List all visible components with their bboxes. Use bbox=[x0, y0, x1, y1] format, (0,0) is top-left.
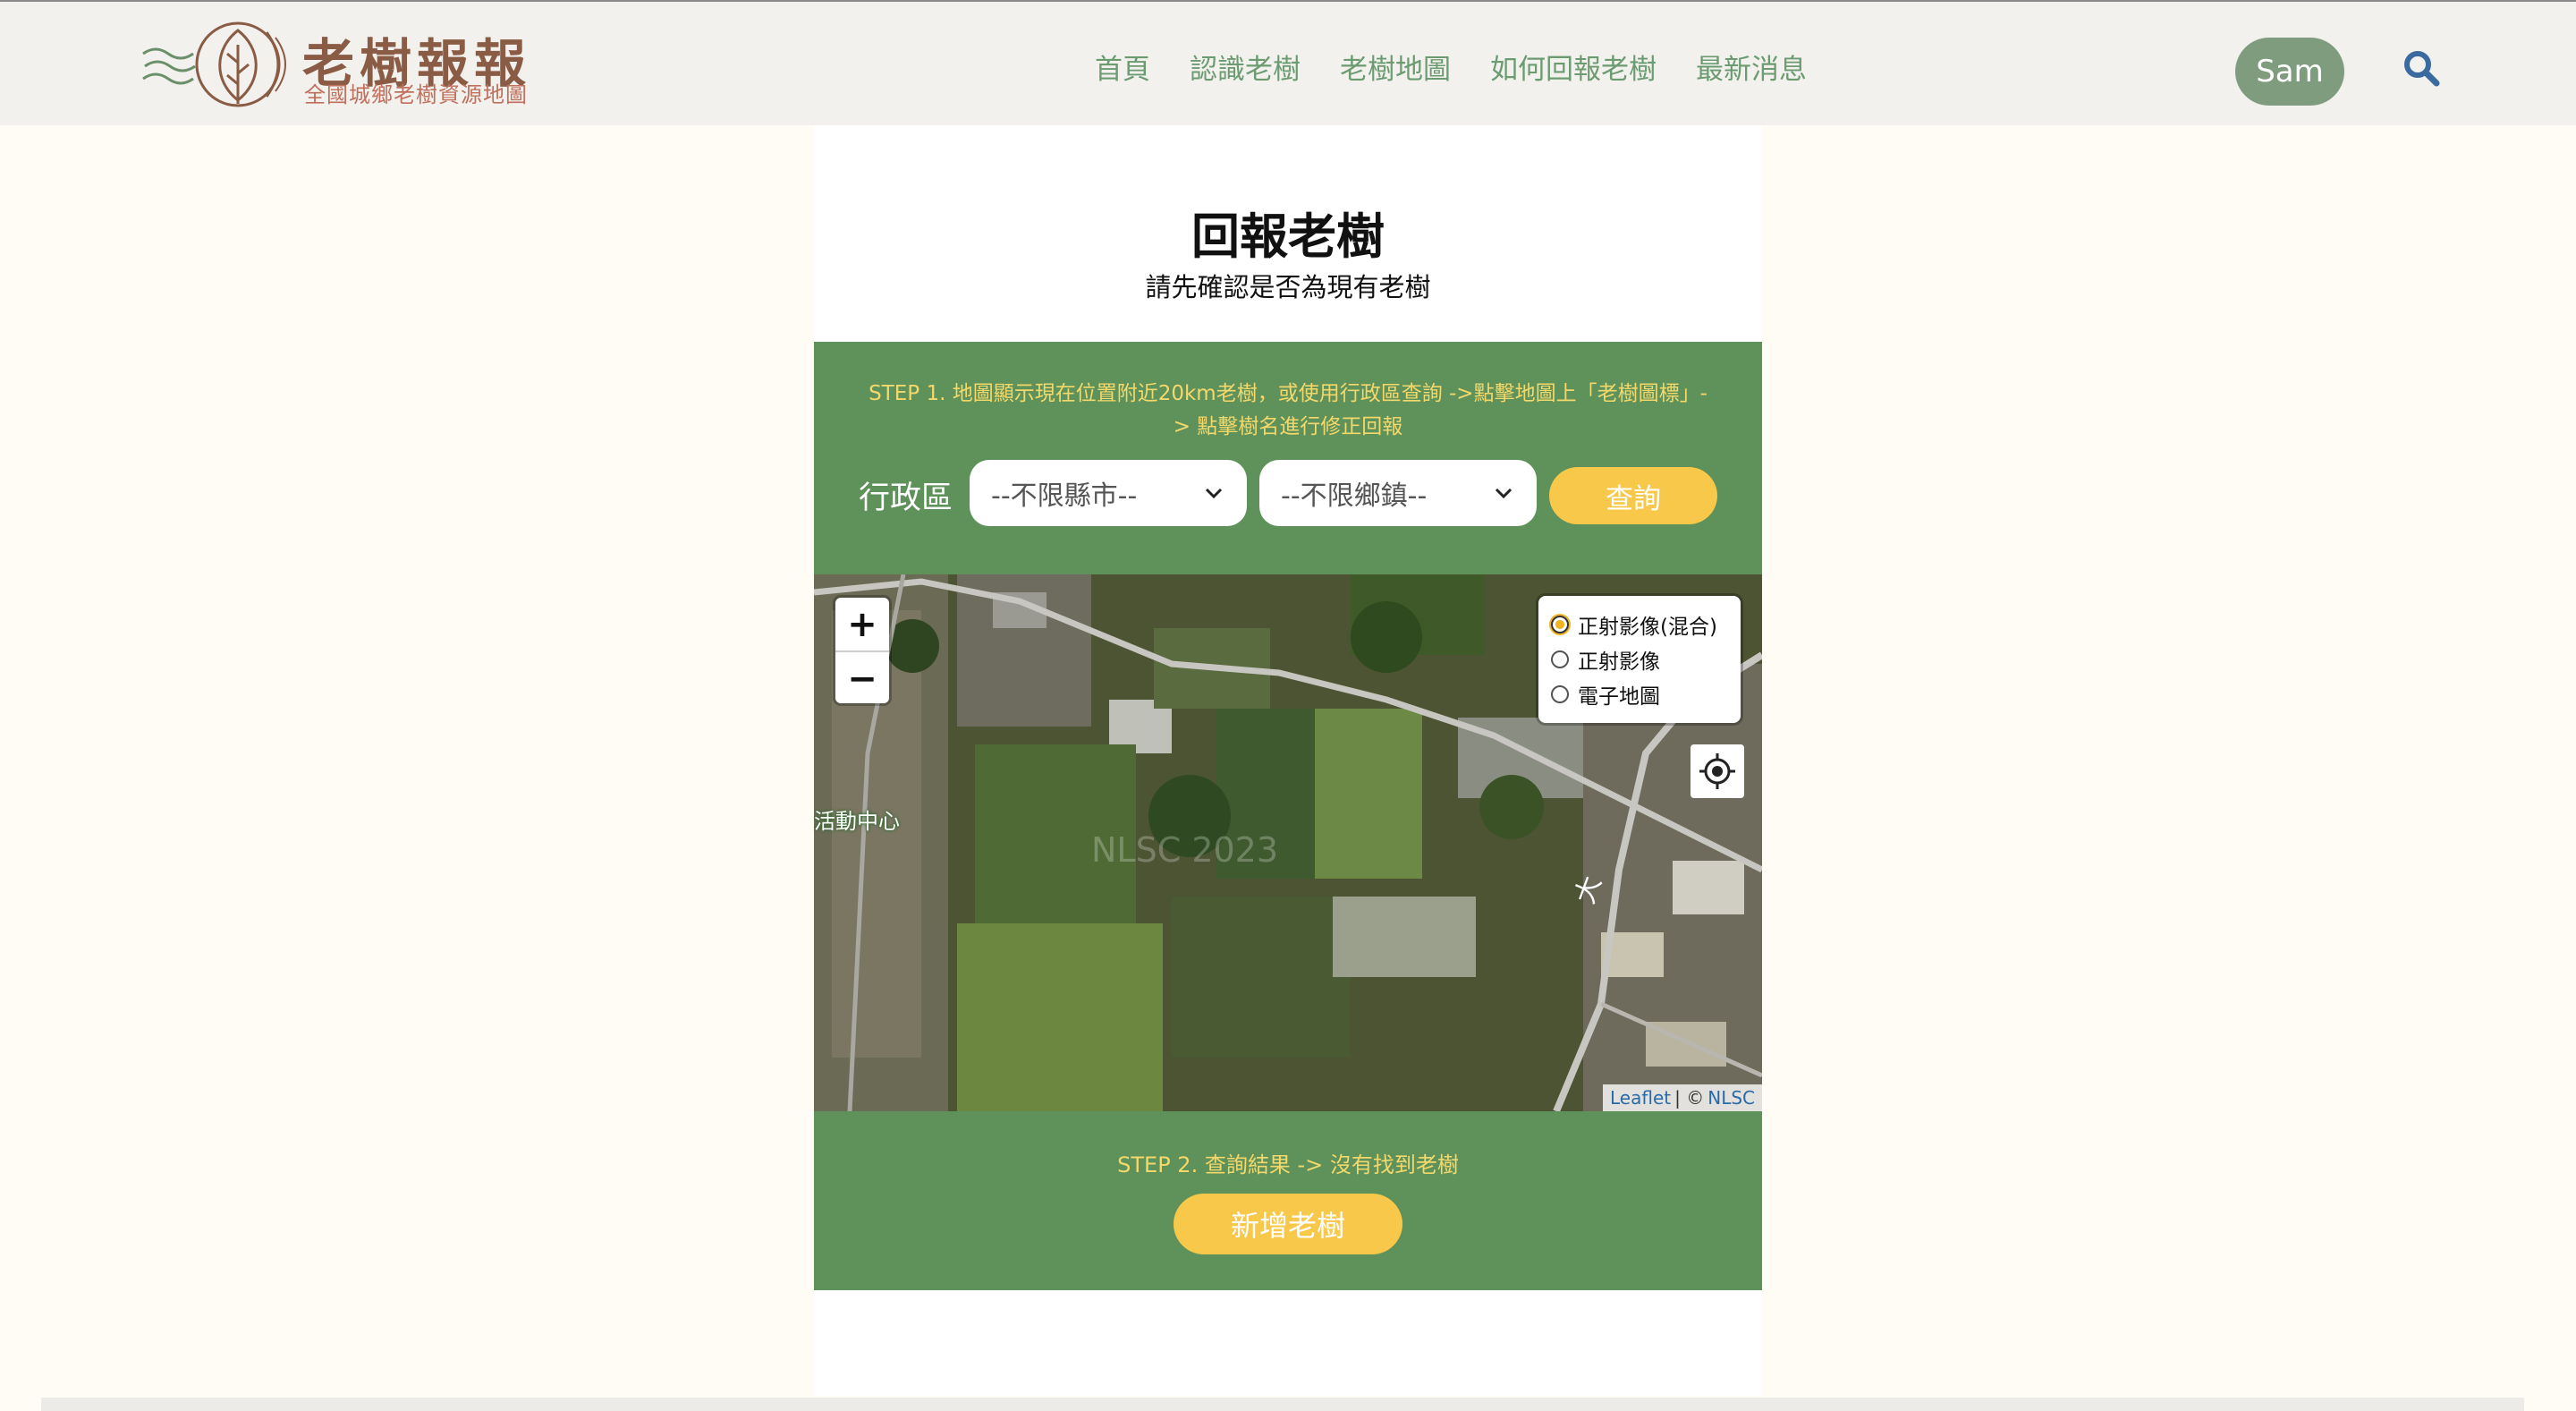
step1-instructions: STEP 1. 地圖顯示現在位置附近20km老樹，或使用行政區查詢 ->點擊地圖… bbox=[869, 382, 1707, 438]
layer-option-orthophoto-mixed[interactable]: 正射影像(混合) bbox=[1551, 607, 1741, 642]
query-button[interactable]: 查詢 bbox=[1549, 467, 1717, 524]
search-icon[interactable] bbox=[2402, 48, 2441, 88]
search-panel: STEP 1. 地圖顯示現在位置附近20km老樹，或使用行政區查詢 ->點擊地圖… bbox=[814, 342, 1762, 1290]
footer-band bbox=[41, 1398, 2524, 1411]
township-select[interactable]: --不限鄉鎮-- bbox=[1259, 460, 1537, 526]
radio-selected[interactable] bbox=[1551, 615, 1569, 633]
logo-subtitle: 全國城鄉老樹資源地圖 bbox=[304, 82, 528, 107]
layer-label: 正射影像 bbox=[1578, 650, 1660, 674]
county-select-value: --不限縣市-- bbox=[991, 480, 1138, 512]
attribution-separator: | © bbox=[1674, 1087, 1705, 1109]
map-watermark: NLSC 2023 bbox=[1091, 830, 1279, 870]
district-label: 行政區 bbox=[859, 480, 953, 516]
nlsc-link[interactable]: NLSC bbox=[1707, 1087, 1755, 1109]
map-place-label: 活動中心 bbox=[814, 809, 900, 834]
add-tree-button[interactable]: 新增老樹 bbox=[1174, 1194, 1402, 1254]
nav-tree-map[interactable]: 老樹地圖 bbox=[1340, 47, 1451, 87]
zoom-control: + − bbox=[835, 598, 889, 703]
leaflet-link[interactable]: Leaflet bbox=[1610, 1087, 1671, 1109]
map-view[interactable]: 大 活動中心 NLSC 2023 + − 正射影像(混合) 正射影像 電子地圖 bbox=[814, 574, 1762, 1111]
map-attribution: Leaflet | © NLSC bbox=[1603, 1084, 1762, 1111]
nav-about-trees[interactable]: 認識老樹 bbox=[1190, 47, 1301, 87]
step2-result: STEP 2. 查詢結果 -> 沒有找到老樹 bbox=[1117, 1152, 1459, 1177]
township-select-value: --不限鄉鎮-- bbox=[1281, 480, 1428, 512]
nav-how-to-report[interactable]: 如何回報老樹 bbox=[1490, 47, 1657, 87]
site-header: 老樹報報 全國城鄉老樹資源地圖 首頁 認識老樹 老樹地圖 如何回報老樹 最新消息… bbox=[0, 0, 2576, 125]
layer-option-electronic-map[interactable]: 電子地圖 bbox=[1551, 676, 1741, 711]
nav-news[interactable]: 最新消息 bbox=[1696, 47, 1807, 87]
county-select[interactable]: --不限縣市-- bbox=[970, 460, 1247, 526]
radio-unselected[interactable] bbox=[1551, 650, 1569, 668]
page-title: 回報老樹 bbox=[1191, 208, 1385, 265]
chevron-down-icon bbox=[1495, 488, 1513, 499]
layer-label: 電子地圖 bbox=[1578, 684, 1660, 709]
user-menu-button[interactable]: Sam bbox=[2235, 38, 2344, 106]
locate-icon[interactable] bbox=[1690, 744, 1744, 798]
layer-switcher: 正射影像(混合) 正射影像 電子地圖 bbox=[1538, 596, 1741, 723]
zoom-out-button[interactable]: − bbox=[835, 650, 889, 703]
layer-option-orthophoto[interactable]: 正射影像 bbox=[1551, 642, 1741, 676]
layer-label: 正射影像(混合) bbox=[1578, 615, 1717, 639]
radio-unselected[interactable] bbox=[1551, 684, 1569, 703]
tree-leaf-logo-icon bbox=[142, 21, 286, 107]
site-logo[interactable]: 老樹報報 全國城鄉老樹資源地圖 bbox=[141, 18, 544, 111]
nav-home[interactable]: 首頁 bbox=[1095, 47, 1150, 87]
main-nav: 首頁 認識老樹 老樹地圖 如何回報老樹 最新消息 bbox=[1095, 47, 1807, 87]
chevron-down-icon bbox=[1205, 488, 1223, 499]
page-subtitle: 請先確認是否為現有老樹 bbox=[1145, 272, 1431, 302]
zoom-in-button[interactable]: + bbox=[835, 598, 889, 650]
